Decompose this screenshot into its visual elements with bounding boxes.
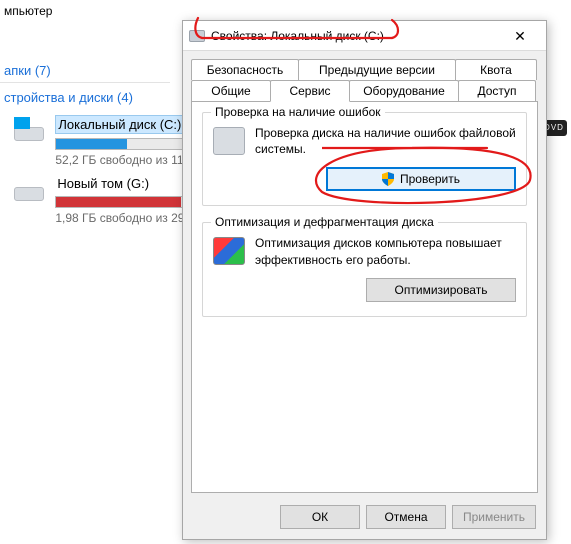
section-drives[interactable]: стройства и диски (4) [4,90,133,105]
section-folders[interactable]: апки (7) [4,63,51,78]
drive-free: 52,2 ГБ свободно из 11 [55,153,185,167]
cancel-button[interactable]: Отмена [366,505,446,529]
drive-icon [12,175,46,205]
breadcrumb[interactable]: мпьютер [4,4,52,18]
apply-button[interactable]: Применить [452,505,536,529]
tab-prevversions[interactable]: Предыдущие версии [298,59,456,80]
dialog-buttons: ОК Отмена Применить [280,505,536,529]
tab-quota[interactable]: Квота [455,59,537,80]
close-button[interactable]: ✕ [500,22,540,50]
drive-free: 1,98 ГБ свободно из 29 [55,211,185,225]
drive-icon [189,30,205,42]
group-text: Оптимизация дисков компьютера повышает э… [255,235,516,267]
tabs: Безопасность Предыдущие версии Квота Общ… [191,59,538,101]
separator [0,82,170,83]
usage-bar [55,138,185,150]
tab-general[interactable]: Общие [191,80,271,101]
group-legend: Оптимизация и дефрагментация диска [211,215,438,229]
group-defrag: Оптимизация и дефрагментация диска Оптим… [202,222,527,316]
window-title: Свойства: Локальный диск (C:) [211,29,500,43]
ok-button[interactable]: ОК [280,505,360,529]
tab-hardware[interactable]: Оборудование [349,80,459,101]
drive-name: Локальный диск (C:) [55,115,185,134]
optimize-button-label: Оптимизировать [395,283,488,297]
drive-icon [12,115,46,145]
check-button[interactable]: Проверить [326,167,516,191]
properties-dialog: Свойства: Локальный диск (C:) ✕ Безопасн… [182,20,547,540]
group-legend: Проверка на наличие ошибок [211,105,385,119]
usage-bar [55,196,185,208]
group-text: Проверка диска на наличие ошибок файлово… [255,125,516,157]
drive-name: Новый том (G:) [55,175,185,192]
tab-sharing[interactable]: Доступ [458,80,536,101]
check-button-label: Проверить [400,172,460,186]
tab-security[interactable]: Безопасность [191,59,299,80]
drive-icon [213,127,245,155]
tab-page-tools: Проверка на наличие ошибок Проверка диск… [191,101,538,493]
titlebar[interactable]: Свойства: Локальный диск (C:) ✕ [183,21,546,51]
tab-tools[interactable]: Сервис [270,80,350,102]
defrag-icon [213,237,245,265]
group-error-check: Проверка на наличие ошибок Проверка диск… [202,112,527,206]
optimize-button[interactable]: Оптимизировать [366,278,516,302]
uac-shield-icon [382,172,394,186]
